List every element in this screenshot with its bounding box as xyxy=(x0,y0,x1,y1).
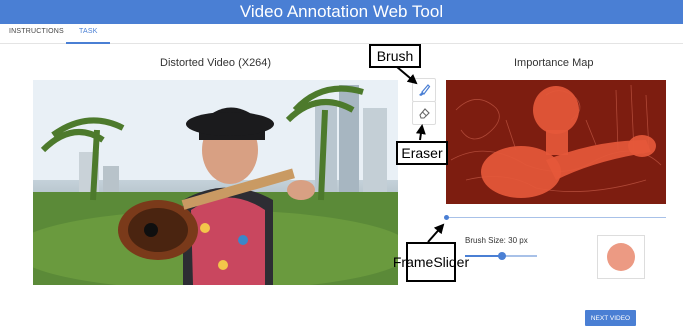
app-title: Video Annotation Web Tool xyxy=(239,2,444,21)
frame-slider[interactable] xyxy=(444,215,666,220)
importance-map-title: Importance Map xyxy=(514,57,594,69)
eraser-arrow xyxy=(415,124,426,141)
brush-size-track-fill xyxy=(465,255,503,257)
video-frame-image xyxy=(33,80,398,285)
importance-map-canvas xyxy=(446,80,666,204)
tab-instructions[interactable]: INSTRUCTIONS xyxy=(9,28,64,35)
brush-callout: Brush xyxy=(369,44,421,68)
tab-task[interactable]: TASK xyxy=(79,28,98,35)
brush-button[interactable] xyxy=(412,78,436,102)
frame-slider-callout-line1: Frame xyxy=(392,253,434,270)
frame-slider-callout: Frame Slider xyxy=(393,242,469,282)
eraser-icon xyxy=(419,108,430,119)
eraser-button[interactable] xyxy=(412,101,436,125)
frame-slider-arrow xyxy=(427,223,445,243)
video-panel-title: Distorted Video (X264) xyxy=(160,57,272,69)
tab-bar: INSTRUCTIONS TASK xyxy=(0,24,683,44)
brush-preview xyxy=(597,235,645,279)
eraser-callout: Eraser xyxy=(396,141,448,165)
frame-slider-track xyxy=(446,217,666,218)
frame-slider-callout-line2: Slider xyxy=(433,253,470,270)
importance-map[interactable] xyxy=(446,80,666,204)
brush-size-slider[interactable] xyxy=(465,252,537,260)
next-video-button[interactable]: NEXT VIDEO xyxy=(585,310,636,326)
brush-preview-dot xyxy=(607,243,635,271)
distorted-video xyxy=(33,80,398,285)
brush-size-thumb[interactable] xyxy=(498,252,507,260)
brush-size-label: Brush Size: 30 px xyxy=(465,236,528,245)
app-bar: Video Annotation Web Tool xyxy=(0,0,683,24)
frame-slider-thumb[interactable] xyxy=(444,215,449,220)
brush-icon xyxy=(419,84,431,96)
active-tab-indicator xyxy=(66,42,110,44)
